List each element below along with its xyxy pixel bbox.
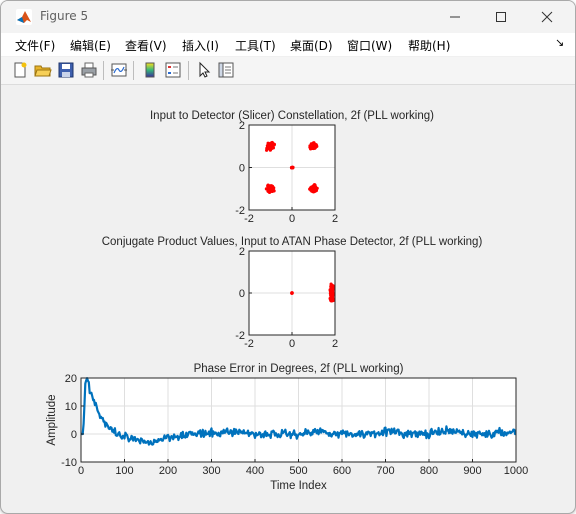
save-icon[interactable] — [57, 61, 75, 79]
scatter-point — [313, 183, 317, 187]
x-tick-label: 1000 — [504, 465, 528, 477]
x-tick-label: 300 — [202, 465, 220, 477]
scatter-point — [312, 145, 316, 150]
matlab-logo-icon — [16, 9, 32, 25]
scatter-point — [308, 144, 312, 148]
y-tick-label: -2 — [235, 205, 245, 217]
open-file-icon[interactable] — [34, 61, 52, 79]
toolbar-separator — [103, 61, 104, 80]
menu-window[interactable]: 窗口(W) — [347, 37, 392, 54]
insert-legend-icon[interactable] — [164, 61, 182, 79]
figure-window: Figure 5 文件(F) 编辑(E) 查看(V) 插入(I) 工具(T) 桌… — [0, 0, 576, 514]
x-tick-label: 2 — [332, 338, 338, 350]
chart-title: Phase Error in Degrees, 2f (PLL working) — [194, 363, 404, 375]
scatter-point — [328, 296, 332, 301]
y-tick-label: 2 — [239, 120, 245, 132]
x-tick-label: 0 — [78, 465, 84, 477]
x-tick-label: 0 — [289, 213, 295, 225]
scatter-point — [330, 294, 334, 298]
scatter-point — [331, 284, 335, 288]
toolbar-separator — [133, 61, 134, 80]
toolbar-separator — [188, 61, 189, 80]
y-tick-label: 0 — [71, 429, 77, 441]
scatter-point — [267, 143, 271, 147]
scatter-point — [271, 142, 275, 146]
new-figure-icon[interactable] — [11, 61, 29, 79]
scatter-point — [330, 290, 334, 295]
x-tick-label: -2 — [244, 213, 254, 225]
x-tick-label: 200 — [159, 465, 177, 477]
x-tick-label: 0 — [289, 338, 295, 350]
title-bar: Figure 5 — [1, 1, 575, 33]
menu-file[interactable]: 文件(F) — [15, 37, 55, 54]
x-tick-label: 700 — [376, 465, 394, 477]
y-tick-label: -10 — [61, 457, 77, 469]
minimize-icon — [450, 16, 460, 18]
menu-help[interactable]: 帮助(H) — [408, 37, 450, 54]
x-tick-label: -2 — [244, 338, 254, 350]
x-tick-label: 100 — [115, 465, 133, 477]
x-tick-label: 800 — [420, 465, 438, 477]
menu-view[interactable]: 查看(V) — [125, 37, 167, 54]
scatter-point — [267, 187, 271, 191]
x-axis-label: Time Index — [270, 480, 327, 492]
figure-canvas: Input to Detector (Slicer) Constellation… — [8, 85, 569, 505]
property-inspector-icon[interactable] — [217, 61, 235, 79]
x-tick-label: 900 — [463, 465, 481, 477]
close-button[interactable] — [524, 1, 570, 33]
print-icon[interactable] — [80, 61, 98, 79]
x-tick-label: 500 — [289, 465, 307, 477]
chart-title: Conjugate Product Values, Input to ATAN … — [102, 236, 483, 248]
scatter-point — [270, 185, 274, 189]
dock-arrow-icon[interactable]: ↘ — [555, 36, 564, 49]
y-axis-label: Amplitude — [46, 394, 58, 445]
menu-desktop[interactable]: 桌面(D) — [290, 37, 333, 54]
menu-insert[interactable]: 插入(I) — [182, 37, 219, 54]
link-plot-icon[interactable] — [110, 61, 128, 79]
insert-colorbar-icon[interactable] — [141, 61, 159, 79]
y-tick-label: 10 — [65, 401, 77, 413]
maximize-icon — [496, 12, 506, 22]
y-tick-label: 2 — [239, 246, 245, 258]
x-tick-label: 400 — [246, 465, 264, 477]
menu-edit[interactable]: 编辑(E) — [70, 37, 111, 54]
minimize-button[interactable] — [432, 1, 478, 33]
y-tick-label: 0 — [239, 163, 245, 175]
scatter-point — [311, 142, 315, 146]
menu-bar: 文件(F) 编辑(E) 查看(V) 插入(I) 工具(T) 桌面(D) 窗口(W… — [1, 33, 575, 56]
maximize-button[interactable] — [478, 1, 524, 33]
y-tick-label: 20 — [65, 373, 77, 385]
close-icon — [541, 11, 553, 23]
scatter-point — [313, 187, 318, 191]
chart-title: Input to Detector (Slicer) Constellation… — [150, 110, 434, 122]
menu-tools[interactable]: 工具(T) — [235, 37, 276, 54]
scatter-point — [290, 166, 294, 170]
x-tick-label: 2 — [332, 213, 338, 225]
toolbar — [1, 57, 575, 85]
scatter-point — [290, 291, 294, 295]
edit-plot-arrow-icon[interactable] — [195, 61, 213, 79]
window-title: Figure 5 — [40, 9, 89, 23]
x-tick-label: 600 — [333, 465, 351, 477]
y-tick-label: 0 — [239, 288, 245, 300]
y-tick-label: -2 — [235, 330, 245, 342]
scatter-point — [268, 148, 272, 152]
